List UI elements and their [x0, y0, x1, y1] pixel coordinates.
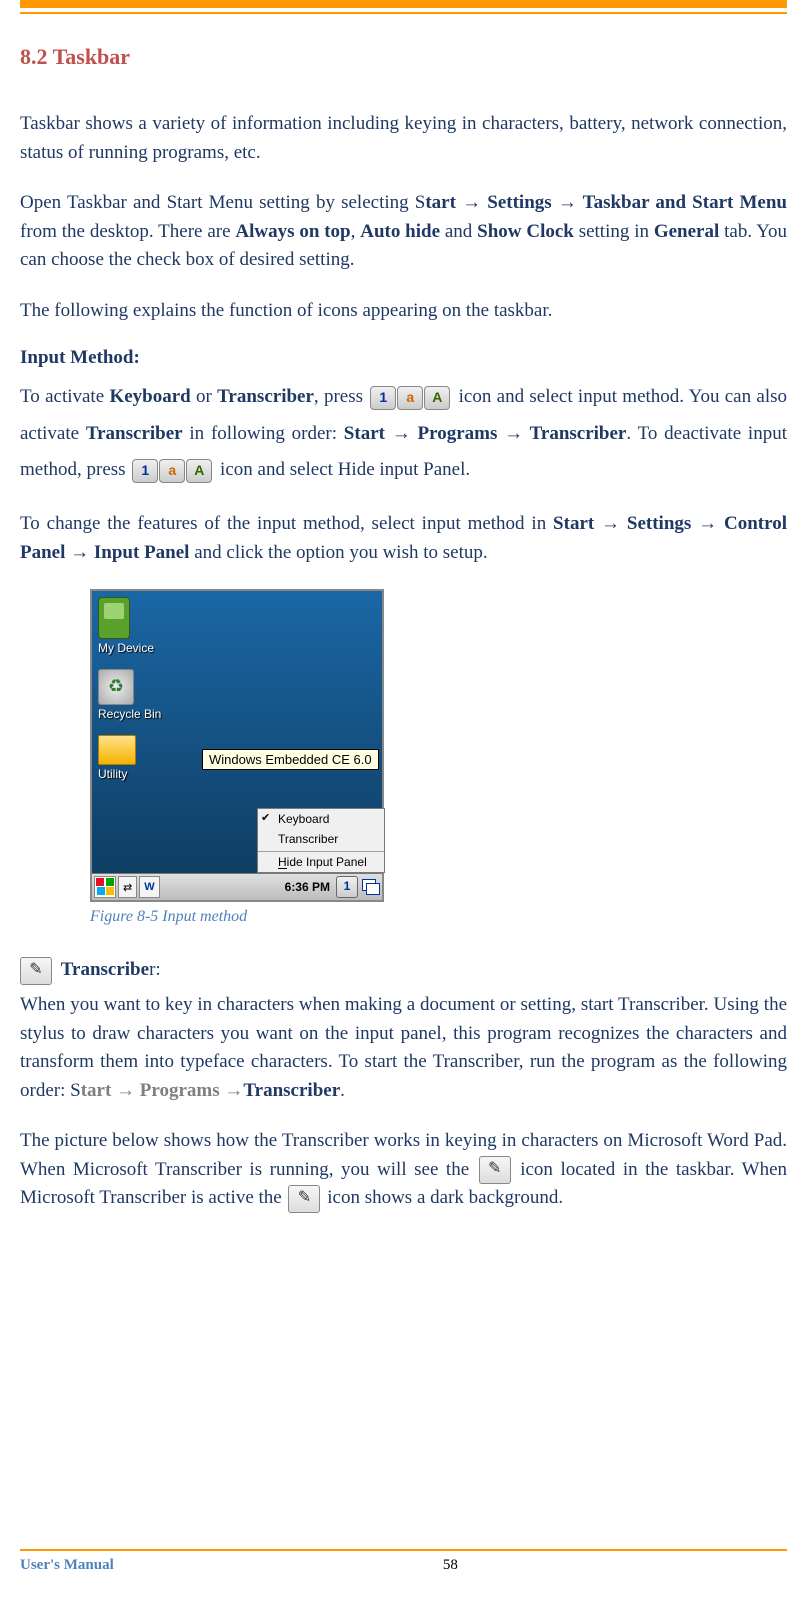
- paragraph-change-features: To change the features of the input meth…: [20, 510, 787, 567]
- input-panel-menu: Keyboard Transcriber H: [257, 808, 385, 873]
- taskbar-tray-button[interactable]: ⇄: [118, 876, 137, 898]
- footer-divider: [20, 1549, 787, 1551]
- figure-caption: Figure 8-5 Input method: [90, 908, 787, 926]
- desktop-icon-mydevice[interactable]: My Device: [98, 597, 376, 655]
- network-icon: ⇄: [123, 881, 132, 894]
- recycle-icon: [98, 669, 134, 705]
- input-method-heading: Input Method:: [20, 347, 787, 369]
- taskbar-clock: 6:36 PM: [281, 880, 334, 894]
- menu-item-hide-input-panel[interactable]: H: [258, 851, 384, 872]
- header-bar-thick: [20, 0, 787, 8]
- tooltip-os-version: Windows Embedded CE 6.0: [202, 749, 379, 770]
- upper-a-icon: A: [186, 459, 212, 483]
- menu-item-keyboard[interactable]: Keyboard: [258, 809, 384, 829]
- one-icon: 1: [132, 459, 158, 483]
- taskbar: ⇄ W 6:36 PM 1: [92, 873, 382, 900]
- figure-8-5: My Device Recycle Bin Utility Windows Em…: [90, 589, 787, 902]
- paragraph-transcriber-picture: The picture below shows how the Transcri…: [20, 1127, 787, 1213]
- input-panel-icons-2: 1aA: [132, 452, 213, 488]
- lower-a-icon: a: [397, 386, 423, 410]
- paragraph-intro: Taskbar shows a variety of information i…: [20, 110, 787, 167]
- transcriber-icon: [288, 1185, 320, 1213]
- start-button-icon[interactable]: [94, 876, 116, 898]
- transcriber-icon: [20, 957, 52, 985]
- section-title-text: Taskbar: [53, 44, 130, 69]
- footer-title: User's Manual: [20, 1557, 114, 1574]
- section-heading: 8.2 Taskbar: [20, 44, 787, 70]
- folder-icon: [98, 735, 136, 765]
- transcriber-label: Transcribe: [61, 959, 149, 980]
- section-number: 8.2: [20, 44, 48, 69]
- mydevice-label: My Device: [98, 641, 154, 655]
- transcriber-heading-line: Transcriber:: [20, 956, 787, 985]
- input-panel-icons: 1aA: [370, 380, 451, 416]
- taskbar-cascade-icon[interactable]: [360, 877, 380, 897]
- document-body: 8.2 Taskbar Taskbar shows a variety of i…: [20, 14, 787, 1213]
- desktop-icon-recycle[interactable]: Recycle Bin: [98, 669, 376, 721]
- recycle-label: Recycle Bin: [98, 707, 161, 721]
- menu-item-transcriber[interactable]: Transcriber: [258, 829, 384, 849]
- paragraph-activate: To activate Keyboard or Transcriber, pre…: [20, 379, 787, 488]
- upper-a-icon: A: [424, 386, 450, 410]
- desktop-area: My Device Recycle Bin Utility Windows Em…: [92, 591, 382, 873]
- word-icon: W: [144, 881, 154, 893]
- paragraph-transcriber-description: When you want to key in characters when …: [20, 991, 787, 1105]
- paragraph-open-taskbar: Open Taskbar and Start Menu setting by s…: [20, 189, 787, 275]
- utility-label: Utility: [98, 767, 127, 781]
- lower-a-icon: a: [159, 459, 185, 483]
- taskbar-input-icon[interactable]: 1: [336, 876, 358, 898]
- footer-page-number: 58: [443, 1557, 458, 1574]
- paragraph-following-explains: The following explains the function of i…: [20, 297, 787, 326]
- taskbar-app-button[interactable]: W: [139, 876, 159, 898]
- transcriber-icon: [479, 1156, 511, 1184]
- one-icon: 1: [370, 386, 396, 410]
- device-screenshot: My Device Recycle Bin Utility Windows Em…: [90, 589, 384, 902]
- transcriber-label-tail: r:: [149, 959, 161, 980]
- device-icon: [98, 597, 130, 639]
- page-footer: User's Manual 58: [20, 1549, 787, 1574]
